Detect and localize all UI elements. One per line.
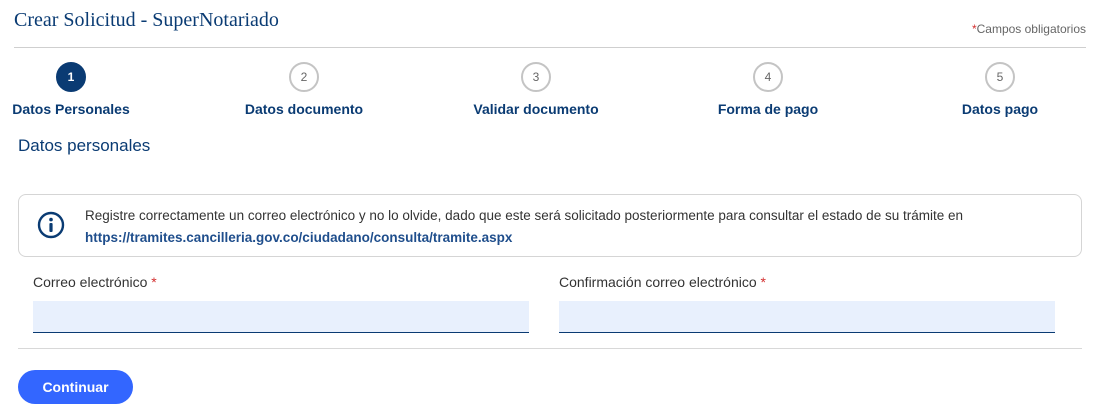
email-input[interactable] (33, 301, 529, 333)
info-message: Registre correctamente un correo electró… (85, 208, 963, 223)
step-label: Validar documento (473, 101, 599, 117)
confirm-email-field-group: Confirmación correo electrónico * (559, 274, 1055, 333)
required-fields-note: *Campos obligatorios (972, 22, 1086, 36)
consulta-tramite-link[interactable]: https://tramites.cancilleria.gov.co/ciud… (85, 230, 512, 245)
confirm-email-input[interactable] (559, 301, 1055, 333)
step-datos-pago[interactable]: 5 Datos pago (900, 60, 1100, 117)
step-number: 2 (289, 62, 319, 92)
confirm-email-label-text: Confirmación correo electrónico (559, 274, 757, 290)
step-number: 1 (56, 62, 86, 92)
email-label: Correo electrónico * (33, 274, 529, 294)
required-star: * (151, 274, 157, 290)
info-alert: Registre correctamente un correo electró… (18, 194, 1082, 257)
step-label: Datos documento (244, 101, 364, 117)
step-label: Datos pago (961, 101, 1039, 117)
step-forma-de-pago[interactable]: 4 Forma de pago (668, 60, 868, 117)
info-text: Registre correctamente un correo electró… (85, 205, 1055, 249)
form-divider (18, 348, 1082, 349)
required-note-text: Campos obligatorios (976, 22, 1086, 36)
section-title: Datos personales (18, 136, 151, 155)
stepper: 1 Datos Personales 2 Datos documento 3 V… (0, 60, 1101, 120)
step-label: Datos Personales (12, 101, 130, 117)
email-field-group: Correo electrónico * (33, 274, 529, 333)
step-validar-documento[interactable]: 3 Validar documento (436, 60, 636, 117)
step-number: 3 (521, 62, 551, 92)
email-label-text: Correo electrónico (33, 274, 148, 290)
step-number: 5 (985, 62, 1015, 92)
page-header: Crear Solicitud - SuperNotariado *Campos… (14, 0, 1086, 48)
page-title: Crear Solicitud - SuperNotariado (14, 9, 279, 31)
required-star: * (760, 274, 766, 290)
continue-button[interactable]: Continuar (18, 370, 133, 404)
info-icon (37, 211, 65, 239)
confirm-email-label: Confirmación correo electrónico * (559, 274, 1055, 294)
step-datos-personales[interactable]: 1 Datos Personales (0, 60, 171, 117)
step-datos-documento[interactable]: 2 Datos documento (204, 60, 404, 117)
step-label: Forma de pago (717, 101, 819, 117)
step-number: 4 (753, 62, 783, 92)
